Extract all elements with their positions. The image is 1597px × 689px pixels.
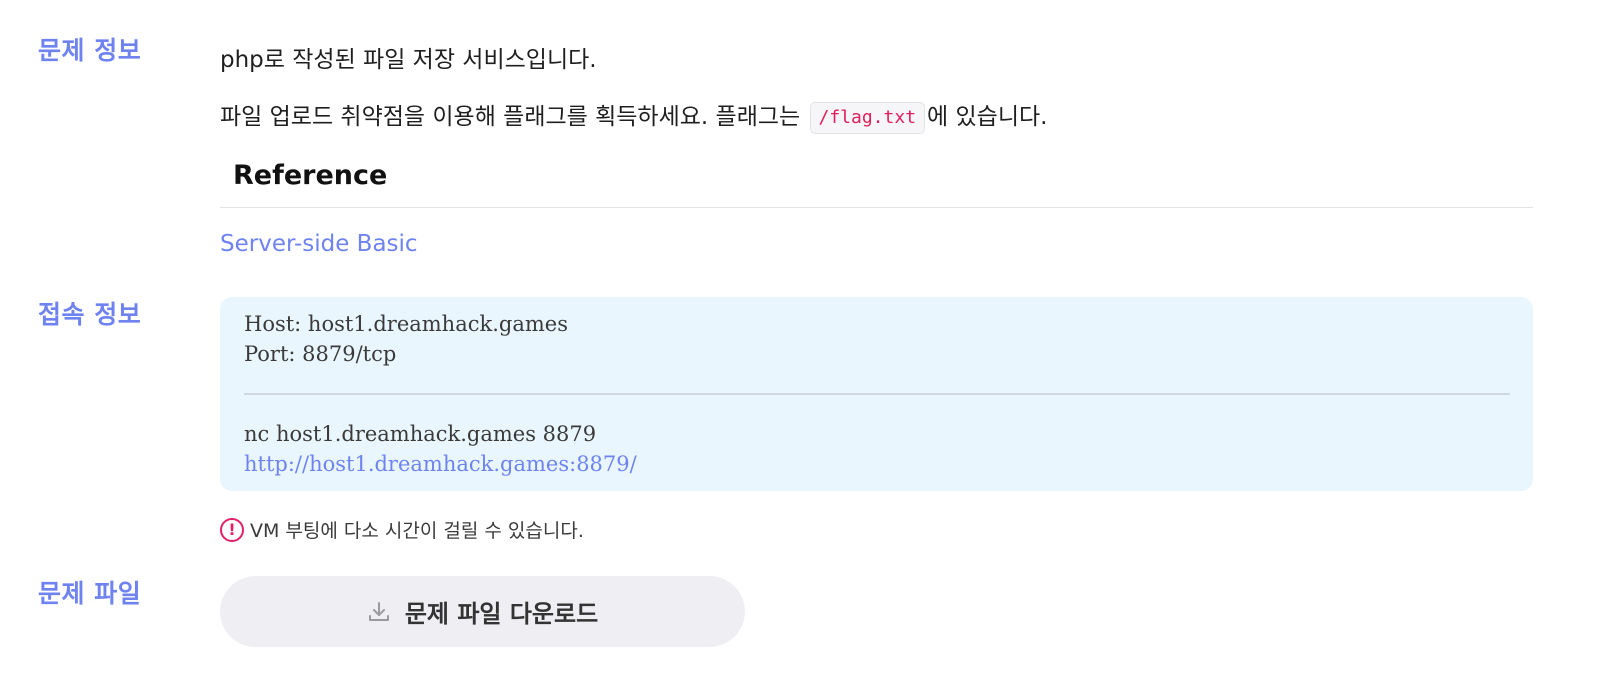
reference-link[interactable]: Server-side Basic	[220, 231, 418, 257]
description-line-2: 파일 업로드 취약점을 이용해 플래그를 획득하세요. 플래그는 /flag.t…	[220, 97, 1047, 134]
reference-heading: Reference	[233, 160, 388, 191]
description-text-end: 에 있습니다.	[927, 104, 1048, 130]
download-button-label: 문제 파일 다운로드	[404, 600, 599, 628]
connection-url-link[interactable]: http://host1.dreamhack.games:8879/	[244, 452, 637, 476]
download-icon	[368, 601, 389, 621]
host-text: Host: host1.dreamhack.games	[244, 312, 568, 336]
connection-info-label: 접속 정보	[38, 300, 142, 329]
problem-file-label: 문제 파일	[38, 579, 142, 608]
connection-divider	[244, 393, 1510, 395]
description-line-1: php로 작성된 파일 저장 서비스입니다.	[220, 47, 597, 73]
port-text: Port: 8879/tcp	[244, 342, 397, 366]
notice-text: VM 부팅에 다소 시간이 걸릴 수 있습니다.	[250, 520, 584, 542]
nc-command-text: nc host1.dreamhack.games 8879	[244, 422, 597, 446]
connection-info-box: Host: host1.dreamhack.games Port: 8879/t…	[220, 297, 1533, 491]
reference-divider	[220, 207, 1533, 208]
download-problem-file-button[interactable]: 문제 파일 다운로드	[220, 576, 745, 647]
exclamation-circle-icon: !	[220, 517, 244, 542]
problem-info-label: 문제 정보	[38, 36, 142, 65]
flag-path-code: /flag.txt	[809, 101, 926, 134]
description-text: 파일 업로드 취약점을 이용해 플래그를 획득하세요. 플래그는	[220, 104, 801, 130]
vm-boot-notice: ! VM 부팅에 다소 시간이 걸릴 수 있습니다.	[220, 516, 584, 543]
